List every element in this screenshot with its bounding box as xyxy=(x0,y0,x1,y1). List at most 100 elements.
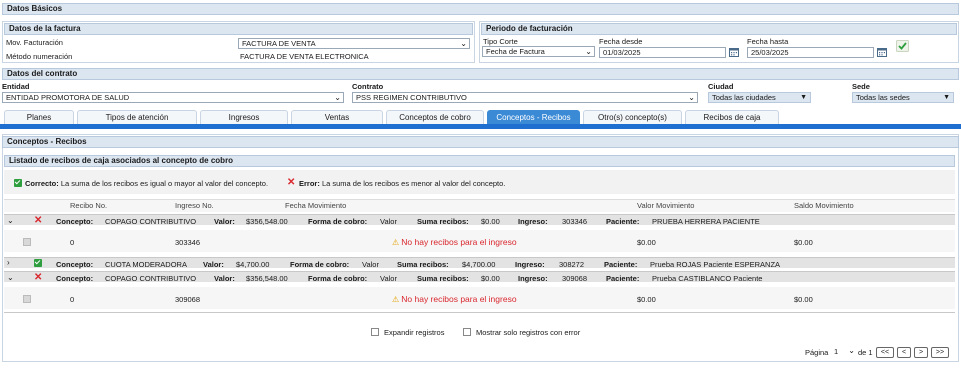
valor-label: Valor: xyxy=(203,260,224,269)
forma-cobro-value: Valor xyxy=(380,274,397,283)
ciudad-value: Todas las ciudades xyxy=(712,93,776,102)
no-recibos-text: No hay recibos para el ingreso xyxy=(401,294,517,304)
valor-label: Valor: xyxy=(214,274,235,283)
fecha-hasta-input[interactable]: 25/03/2025 xyxy=(747,47,874,58)
prev-page-button[interactable]: < xyxy=(897,347,911,358)
caret-down-icon: ▼ xyxy=(800,94,807,101)
tipo-corte-select[interactable]: Fecha de Factura ⌄ xyxy=(482,46,595,57)
factura-header: Datos de la factura xyxy=(4,23,473,35)
collapse-chevron-icon[interactable]: ⌄ xyxy=(7,273,14,282)
legend-error-text: La suma de los recibos es menor al valor… xyxy=(321,179,506,188)
tab-ventas[interactable]: Ventas xyxy=(291,110,383,124)
expand-chevron-icon[interactable]: › xyxy=(7,258,10,267)
ciudad-label: Ciudad xyxy=(708,82,734,91)
collapse-chevron-icon[interactable]: ⌄ xyxy=(7,216,14,225)
entidad-select[interactable]: ENTIDAD PROMOTORA DE SALUD ⌄ xyxy=(2,92,344,103)
datos-basicos-header: Datos Básicos xyxy=(2,3,959,15)
paciente-value: Prueba ROJAS Paciente ESPERANZA xyxy=(650,260,781,269)
correct-check-icon xyxy=(14,179,22,187)
recibos-list-title: Listado de recibos de caja asociados al … xyxy=(9,156,234,165)
expandir-registros-label: Expandir registros xyxy=(384,328,445,337)
last-page-button[interactable]: >> xyxy=(931,347,949,358)
contrato-value: PSS REGIMEN CONTRIBUTIVO xyxy=(356,93,467,102)
suma-recibos-value: $0.00 xyxy=(481,274,500,283)
apply-check-icon[interactable] xyxy=(896,40,909,52)
ingreso-value: 303346 xyxy=(562,217,588,226)
page-of-label: de 1 xyxy=(858,348,873,357)
tab-conceptos-recibos[interactable]: Conceptos - Recibos xyxy=(487,110,580,124)
ingreso-value: 309068 xyxy=(562,274,588,283)
col-saldo-movimiento: Saldo Movimiento xyxy=(794,201,854,210)
tab-tipos-atencion[interactable]: Tipos de atención xyxy=(77,110,197,124)
fecha-desde-input[interactable]: 01/03/2025 xyxy=(599,47,726,58)
warning-icon: ⚠ xyxy=(392,238,400,247)
ingreso-label: Ingreso: xyxy=(515,260,545,269)
legend-correct: Correcto: La suma de los recibos es igua… xyxy=(25,179,268,188)
page-select[interactable]: 1 ⌄ xyxy=(832,346,856,357)
suma-recibos-value: $4,700.00 xyxy=(462,260,496,269)
page-select-value: 1 xyxy=(834,347,839,356)
ingreso-no-value: 309068 xyxy=(175,295,201,304)
tipo-corte-value: Fecha de Factura xyxy=(486,47,545,56)
table-bottom-divider xyxy=(4,312,955,313)
col-fecha-movimiento: Fecha Movimiento xyxy=(285,201,347,210)
valor-label: Valor: xyxy=(214,217,235,226)
legend-correct-bold: Correcto: xyxy=(25,179,59,188)
entidad-label: Entidad xyxy=(2,82,30,91)
tab-bar: Planes Tipos de atención Ingresos Ventas… xyxy=(2,110,959,124)
forma-cobro-label: Forma de cobro: xyxy=(290,260,350,269)
valor-movimiento-value: $0.00 xyxy=(637,238,656,247)
recibo-no-value: 0 xyxy=(70,295,75,304)
col-recibo-no: Recibo No. xyxy=(70,201,108,210)
mov-facturacion-select[interactable]: FACTURA DE VENTA ⌄ xyxy=(238,38,470,49)
contrato-header: Datos del contrato xyxy=(2,68,959,80)
sede-label: Sede xyxy=(852,82,870,91)
ingreso-label: Ingreso: xyxy=(518,274,548,283)
first-page-button[interactable]: << xyxy=(876,347,894,358)
chevron-down-icon: ⌄ xyxy=(688,93,695,102)
calendar-icon[interactable] xyxy=(729,47,739,57)
concepto-value: COPAGO CONTRIBUTIVO xyxy=(105,217,197,226)
col-ingreso-no: Ingreso No. xyxy=(175,201,214,210)
ingreso-label: Ingreso: xyxy=(518,217,548,226)
forma-cobro-label: Forma de cobro: xyxy=(308,274,368,283)
next-page-button[interactable]: > xyxy=(914,347,928,358)
correct-check-icon xyxy=(34,259,42,267)
mov-facturacion-label: Mov. Facturación xyxy=(6,38,63,47)
valor-value: $356,548.00 xyxy=(246,274,288,283)
metodo-numeracion-label: Método numeración xyxy=(6,52,73,61)
contrato-select[interactable]: PSS REGIMEN CONTRIBUTIVO ⌄ xyxy=(352,92,698,103)
concepto-label: Concepto: xyxy=(56,217,94,226)
ciudad-select[interactable]: Todas las ciudades ▼ xyxy=(708,92,811,103)
tab-planes[interactable]: Planes xyxy=(4,110,74,124)
solo-error-checkbox[interactable] xyxy=(463,328,471,336)
concepto-value: COPAGO CONTRIBUTIVO xyxy=(105,274,197,283)
tab-conceptos-cobro[interactable]: Conceptos de cobro xyxy=(386,110,484,124)
tab-otros-conceptos[interactable]: Otro(s) concepto(s) xyxy=(583,110,682,124)
tab-ingresos[interactable]: Ingresos xyxy=(200,110,288,124)
row-checkbox xyxy=(23,295,31,303)
saldo-movimiento-value: $0.00 xyxy=(794,295,813,304)
concepto-label: Concepto: xyxy=(56,260,94,269)
tipo-corte-label: Tipo Corte xyxy=(483,37,518,46)
sede-select[interactable]: Todas las sedes ▼ xyxy=(852,92,954,103)
periodo-title: Periodo de facturación xyxy=(486,24,573,33)
solo-error-label: Mostrar solo registros con error xyxy=(476,328,581,337)
tab-recibos-caja[interactable]: Recibos de caja xyxy=(685,110,779,124)
row-checkbox xyxy=(23,238,31,246)
valor-value: $356,548.00 xyxy=(246,217,288,226)
suma-recibos-label: Suma recibos: xyxy=(417,274,469,283)
tab-underline xyxy=(0,124,961,129)
recibos-title: Conceptos - Recibos xyxy=(7,137,87,146)
col-valor-movimiento: Valor Movimiento xyxy=(637,201,695,210)
recibos-list-header: Listado de recibos de caja asociados al … xyxy=(4,155,955,167)
suma-recibos-value: $0.00 xyxy=(481,217,500,226)
mov-facturacion-value: FACTURA DE VENTA xyxy=(242,39,316,48)
no-recibos-text: No hay recibos para el ingreso xyxy=(401,237,517,247)
expandir-registros-checkbox[interactable] xyxy=(371,328,379,336)
paciente-value: PRUEBA HERRERA PACIENTE xyxy=(652,217,760,226)
no-recibos-message: ⚠ No hay recibos para el ingreso xyxy=(392,294,517,304)
forma-cobro-value: Valor xyxy=(380,217,397,226)
calendar-icon[interactable] xyxy=(877,47,887,57)
metodo-numeracion-value: FACTURA DE VENTA ELECTRONICA xyxy=(240,52,369,61)
